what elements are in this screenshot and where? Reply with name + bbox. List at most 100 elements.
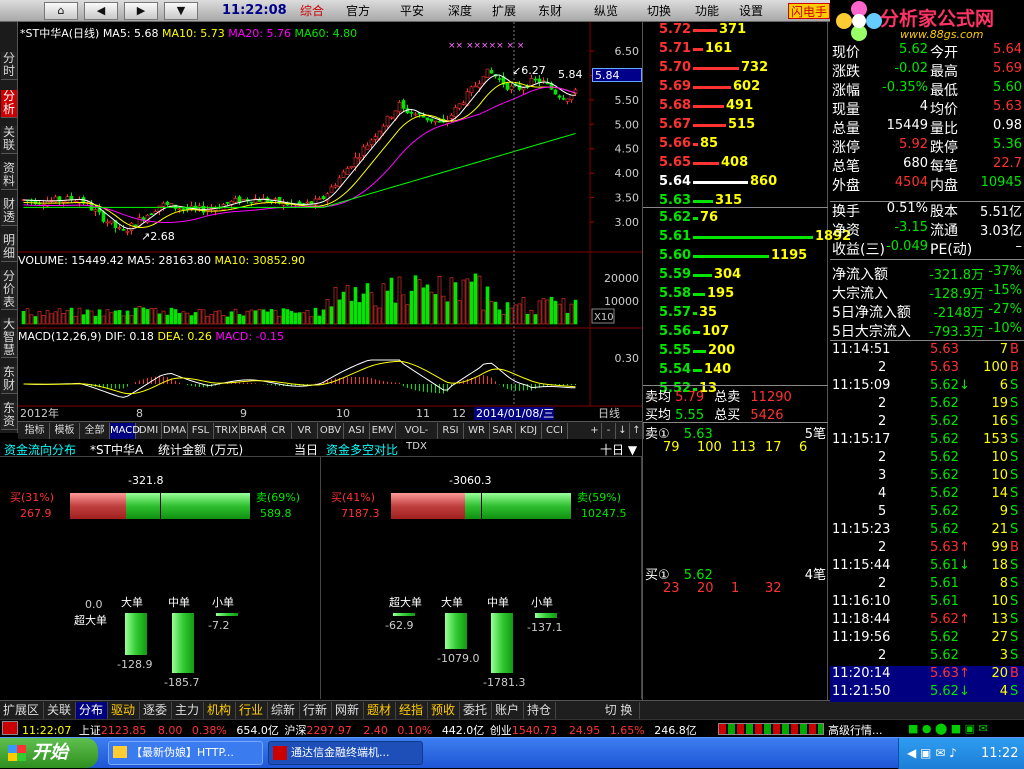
ask-row[interactable]: 5.69 602 xyxy=(643,77,828,96)
bottom-tab-15[interactable]: 账户 xyxy=(492,702,524,719)
ask-row[interactable]: 5.66 85 xyxy=(643,134,828,153)
tick-row[interactable]: 2 5.62 16 S xyxy=(830,414,1024,432)
flash-trade-button[interactable]: 闪电手 xyxy=(788,3,831,19)
dropdown-icon[interactable]: ▼ xyxy=(164,2,198,20)
ask-row[interactable]: 5.70 732 xyxy=(643,58,828,77)
ask-row[interactable]: 5.64 860 xyxy=(643,172,828,191)
indicator-tab-8[interactable]: BRAR xyxy=(240,423,267,439)
indicator-tab-9[interactable]: CR xyxy=(266,423,292,439)
kline-chart[interactable]: 6.506.005.505.004.504.003.503.00↙6.27↗2.… xyxy=(18,22,642,420)
taskbar-item-tdx[interactable]: 通达信金融终端机... xyxy=(268,741,423,765)
bid-row[interactable]: 5.62 76 xyxy=(643,208,828,227)
ask-row[interactable]: 5.65 408 xyxy=(643,153,828,172)
indicator-tab-13[interactable]: EMV xyxy=(370,423,396,439)
menu-zonglan[interactable]: 纵览 xyxy=(594,3,618,19)
bid-row[interactable]: 5.59 304 xyxy=(643,265,828,284)
start-button[interactable]: 开始 xyxy=(0,738,98,768)
ask-row[interactable]: 5.67 515 xyxy=(643,115,828,134)
tab-dazhihui[interactable]: 大智慧 xyxy=(1,318,17,358)
menu-dongcai[interactable]: 东财 xyxy=(538,3,562,19)
indicator-tab-10[interactable]: VR xyxy=(292,423,318,439)
bottom-tab-11[interactable]: 题材 xyxy=(364,702,396,719)
menu-pingan[interactable]: 平安 xyxy=(400,3,424,19)
tick-row[interactable]: 2 5.62 10 S xyxy=(830,450,1024,468)
bottom-tab-1[interactable]: 关联 xyxy=(44,702,76,719)
home-icon[interactable]: ⌂ xyxy=(44,2,78,20)
indicator-nav-0[interactable]: + xyxy=(588,423,602,439)
period-select[interactable]: 十日 ▼ xyxy=(600,441,637,458)
tab-fenshi[interactable]: 分时 xyxy=(1,52,17,80)
ask-row[interactable]: 5.68 491 xyxy=(643,96,828,115)
indicator-nav-2[interactable]: ↓ xyxy=(616,423,630,439)
tab-ziliao[interactable]: 资料 xyxy=(1,162,17,190)
tick-row[interactable]: 11:20:14 5.63↑ 20 B xyxy=(830,666,1024,684)
tick-row[interactable]: 11:21:50 5.62↓ 4 S xyxy=(830,684,1024,702)
tab-dongcai[interactable]: 东财 xyxy=(1,366,17,394)
indicator-tab-17[interactable]: SAR xyxy=(490,423,516,439)
menu-shezhi[interactable]: 设置 xyxy=(739,3,763,19)
bid-row[interactable]: 5.57 35 xyxy=(643,303,828,322)
bottom-tab-13[interactable]: 预收 xyxy=(428,702,460,719)
bottom-tab-8[interactable]: 综新 xyxy=(268,702,300,719)
indicator-tab-1[interactable]: 模板 xyxy=(50,423,80,439)
indicator-tab-15[interactable]: RSI xyxy=(438,423,464,439)
ask-row[interactable]: 5.71 161 xyxy=(643,39,828,58)
indicator-tab-3[interactable]: MACD xyxy=(110,423,140,439)
indicator-tab-19[interactable]: CCI xyxy=(542,423,568,439)
tick-row[interactable]: 11:15:17 5.62 153 S xyxy=(830,432,1024,450)
menu-zonghe[interactable]: 综合 xyxy=(300,3,324,19)
forward-icon[interactable]: ▶ xyxy=(124,2,158,20)
bottom-tab-10[interactable]: 网新 xyxy=(332,702,364,719)
tick-row[interactable]: 2 5.61 8 S xyxy=(830,576,1024,594)
bid-row[interactable]: 5.60 1195 xyxy=(643,246,828,265)
tick-row[interactable]: 11:16:10 5.61 10 S xyxy=(830,594,1024,612)
bottom-tab-4[interactable]: 逐委 xyxy=(140,702,172,719)
period-today[interactable]: 当日 xyxy=(294,441,318,458)
chart-area[interactable]: 6.506.005.505.004.504.003.503.00↙6.27↗2.… xyxy=(18,22,642,420)
tick-row[interactable]: 11:19:56 5.62 27 S xyxy=(830,630,1024,648)
bid-row[interactable]: 5.58 195 xyxy=(643,284,828,303)
indicator-tab-6[interactable]: FSL xyxy=(188,423,214,439)
indicator-tab-18[interactable]: KDJ xyxy=(516,423,542,439)
bid-row[interactable]: 5.61 1892 xyxy=(643,227,851,246)
menu-shendu[interactable]: 深度 xyxy=(448,3,472,19)
tick-row[interactable]: 2 5.63 100 B xyxy=(830,360,1024,378)
tick-row[interactable]: 3 5.62 10 S xyxy=(830,468,1024,486)
tick-row[interactable]: 4 5.62 14 S xyxy=(830,486,1024,504)
indicator-tab-11[interactable]: OBV xyxy=(318,423,344,439)
indicator-tab-4[interactable]: DMI xyxy=(136,423,162,439)
back-icon[interactable]: ◀ xyxy=(84,2,118,20)
bottom-tab-0[interactable]: 扩展区 xyxy=(0,702,44,719)
menu-guanfang[interactable]: 官方 xyxy=(346,3,370,19)
bid-row[interactable]: 5.56 107 xyxy=(643,322,828,341)
indicator-tab-5[interactable]: DMA xyxy=(162,423,188,439)
tick-row[interactable]: 2 5.63↑ 99 B xyxy=(830,540,1024,558)
advanced-quotes-link[interactable]: 高级行情... xyxy=(828,722,883,738)
bottom-tab-14[interactable]: 委托 xyxy=(460,702,492,719)
bottom-tab-16[interactable]: 持仓 xyxy=(524,702,556,719)
bottom-tab-5[interactable]: 主力 xyxy=(172,702,204,719)
alert-icon[interactable] xyxy=(2,721,18,735)
bottom-tab-7[interactable]: 行业 xyxy=(236,702,268,719)
indicator-tab-14[interactable]: VOL-TDX xyxy=(396,423,438,452)
menu-qiehuan[interactable]: 切换 xyxy=(647,3,671,19)
bid-row[interactable]: 5.54 140 xyxy=(643,360,828,379)
bottom-tab-3[interactable]: 驱动 xyxy=(108,702,140,719)
tab-dongzi[interactable]: 东资 xyxy=(1,402,17,430)
tick-row[interactable]: 5 5.62 9 S xyxy=(830,504,1024,522)
tab-guanlian[interactable]: 关联 xyxy=(1,126,17,154)
tick-row[interactable]: 2 5.62 19 S xyxy=(830,396,1024,414)
menu-gongneng[interactable]: 功能 xyxy=(695,3,719,19)
indicator-tab-7[interactable]: TRIX xyxy=(214,423,240,439)
switch-button[interactable]: 切 换 xyxy=(598,702,640,719)
bid-row[interactable]: 5.55 200 xyxy=(643,341,828,360)
bottom-tab-12[interactable]: 经指 xyxy=(396,702,428,719)
tick-row[interactable]: 2 5.62 3 S xyxy=(830,648,1024,666)
indicator-nav-1[interactable]: - xyxy=(602,423,616,439)
taskbar-item-browser[interactable]: 【最新伪娘】HTTP... xyxy=(108,741,263,765)
tick-row[interactable]: 11:15:23 5.62 21 S xyxy=(830,522,1024,540)
bottom-tab-9[interactable]: 行新 xyxy=(300,702,332,719)
menu-kuozhan[interactable]: 扩展 xyxy=(492,3,516,19)
tab-mingxi[interactable]: 明细 xyxy=(1,234,17,262)
tab-caitou[interactable]: 财透 xyxy=(1,198,17,226)
